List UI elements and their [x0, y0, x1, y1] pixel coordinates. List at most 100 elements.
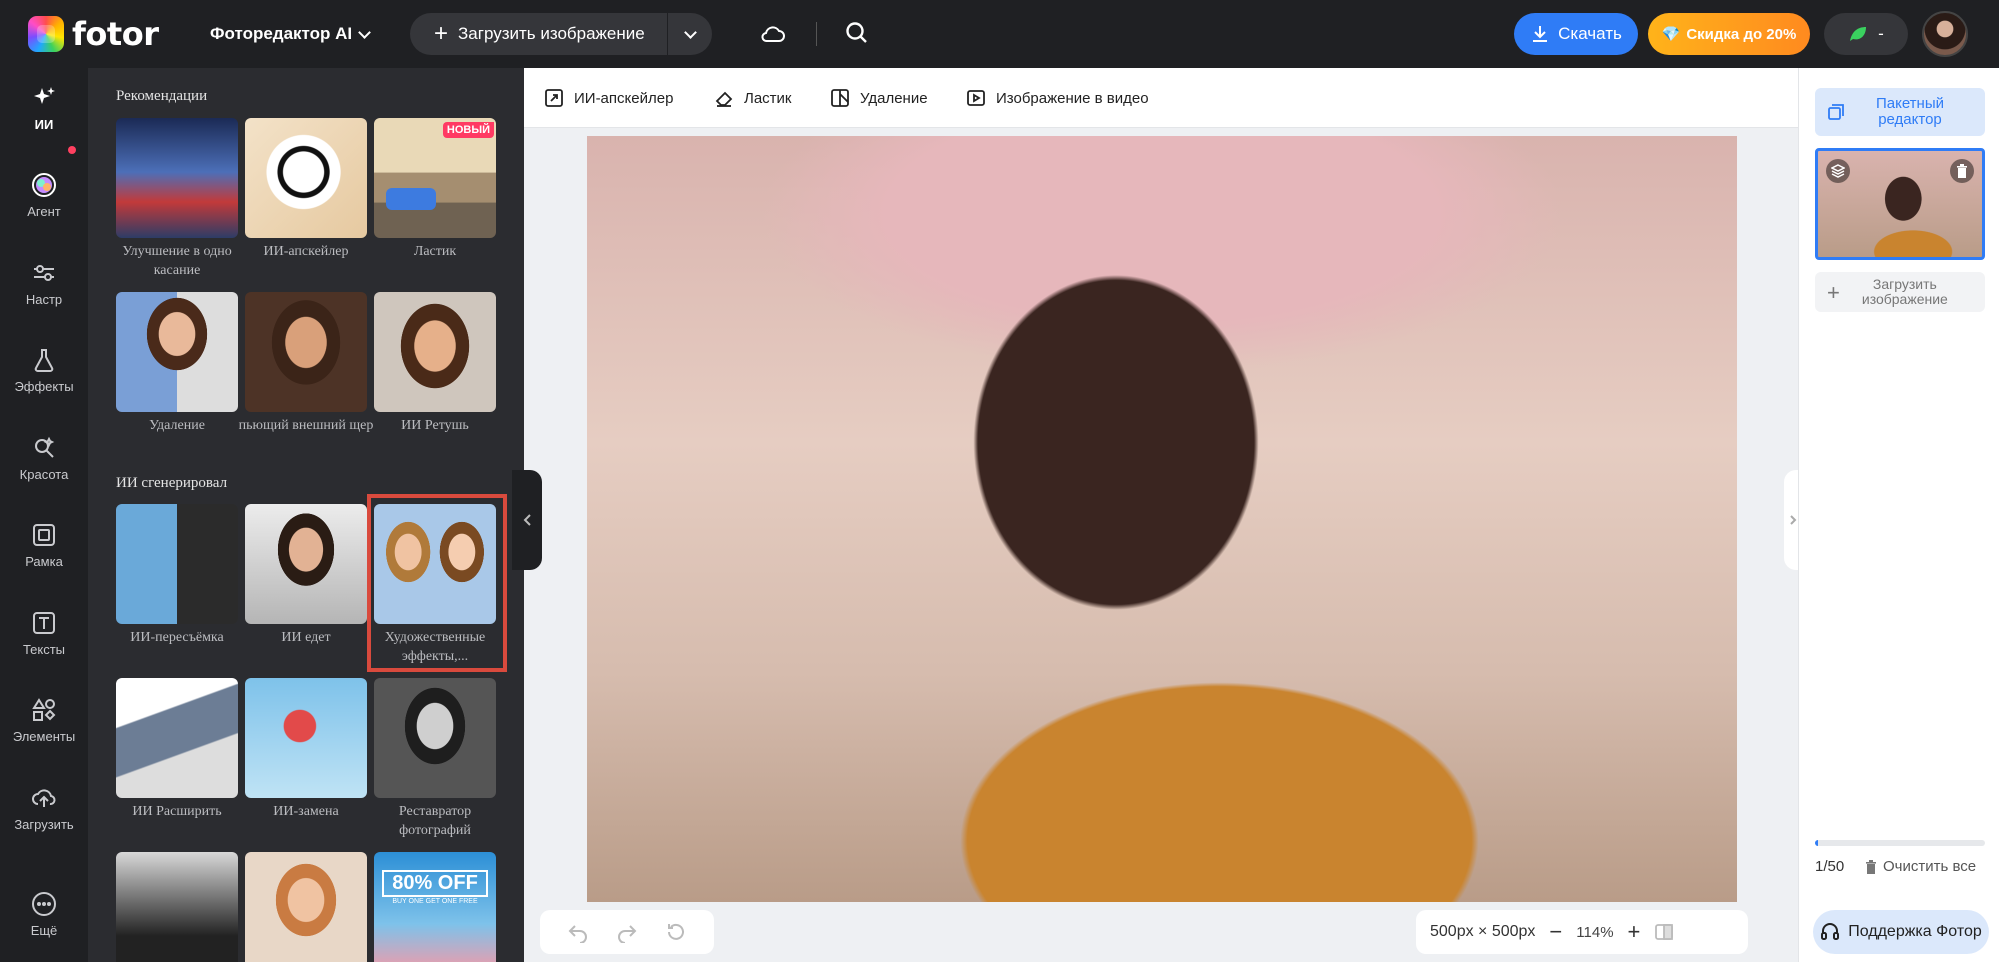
tool-tile-restorer[interactable]: [374, 678, 496, 798]
collapse-panel-button[interactable]: [512, 470, 542, 570]
rail-item-more[interactable]: Ещё: [0, 874, 88, 954]
rail-label: Элементы: [12, 728, 76, 744]
image-thumbnail[interactable]: [1815, 148, 1985, 260]
search-icon[interactable]: [844, 20, 870, 46]
diamond-icon: 💎: [1661, 26, 1681, 43]
batch-editor-button[interactable]: Пакетный редактор: [1815, 88, 1985, 136]
credits-value: -: [1878, 24, 1884, 43]
upload-button[interactable]: + Загрузить изображение: [410, 13, 667, 55]
leaf-icon: [1850, 27, 1867, 41]
tool-tile-remove[interactable]: [116, 292, 238, 412]
selection-highlight: [367, 494, 507, 672]
editor-menu[interactable]: Фоторедактор AI: [210, 20, 372, 48]
subtool-label: Изображение в видео: [996, 89, 1149, 107]
eraser-icon: [715, 91, 733, 107]
rail-item-elements[interactable]: Элементы: [0, 680, 88, 760]
text-icon: [33, 611, 55, 634]
chevron-right-icon: [1790, 515, 1797, 525]
rail-item-beauty[interactable]: Красота: [0, 418, 88, 498]
tool-tile-eraser[interactable]: НОВЫЙ: [374, 118, 496, 238]
car-shape: [386, 188, 436, 210]
batch-icon: [1828, 104, 1844, 120]
clear-all-label: Очистить все: [1883, 858, 1977, 875]
download-icon: [1533, 26, 1548, 42]
tool-tile-couple[interactable]: [116, 852, 238, 962]
right-panel: Пакетный редактор + Загрузить изображени…: [1798, 68, 1999, 962]
image-count: 1/50: [1815, 858, 1845, 875]
rail-item-upload[interactable]: Загрузить: [0, 768, 88, 848]
clear-all-button[interactable]: Очистить все: [1865, 858, 1976, 875]
discount-button[interactable]: 💎 Скидка до 20%: [1648, 13, 1810, 55]
subtool-label: Ластик: [744, 89, 792, 107]
reset-icon[interactable]: [665, 921, 687, 943]
promo-subtext: BUY ONE GET ONE FREE: [392, 898, 478, 905]
agent-orb-icon: [32, 172, 56, 197]
tool-tile-skin[interactable]: [245, 292, 367, 412]
subtool-eraser[interactable]: Ластик: [714, 86, 792, 110]
tool-tile-reshoot[interactable]: [116, 504, 238, 624]
rail-label: Эффекты: [14, 378, 74, 394]
subtool-upscaler[interactable]: ИИ-апскейлер: [544, 86, 673, 110]
section-title-recommend: Рекомендации: [116, 88, 208, 104]
flask-icon: [34, 348, 54, 372]
upload-dropdown-button[interactable]: [668, 13, 712, 55]
redo-icon[interactable]: [616, 921, 638, 943]
fotor-logo[interactable]: fotor: [28, 15, 159, 53]
section-title-generated: ИИ сгенерировал: [116, 475, 228, 491]
remove-bg-icon: [831, 89, 849, 107]
plus-icon: +: [1827, 279, 1840, 305]
rail-label: ИИ: [34, 116, 54, 132]
add-image-label: Загрузить изображение: [1861, 276, 1948, 307]
zoom-in-icon[interactable]: +: [1628, 919, 1641, 945]
progress-fill: [1815, 840, 1819, 846]
tool-label: пьющий внешний щер: [238, 418, 374, 433]
rail-item-text[interactable]: Тексты: [0, 593, 88, 673]
download-button[interactable]: Скачать: [1514, 13, 1638, 55]
logo-icon: [28, 16, 64, 52]
compare-icon[interactable]: [1654, 923, 1674, 941]
avatar[interactable]: [1922, 11, 1968, 57]
plus-icon: +: [434, 20, 449, 47]
trash-icon[interactable]: [1950, 159, 1974, 183]
canvas-size[interactable]: 500px × 500px: [1430, 923, 1535, 941]
support-label: Поддержка Фотор: [1848, 923, 1982, 940]
tool-tile-portrait[interactable]: [245, 852, 367, 962]
canvas-image[interactable]: [587, 136, 1737, 902]
rail-item-frame[interactable]: Рамка: [0, 505, 88, 585]
zoom-controls: 500px × 500px − 114% +: [1416, 910, 1748, 954]
tool-tile-promo[interactable]: 80% OFF BUY ONE GET ONE FREE: [374, 852, 496, 962]
zoom-out-icon[interactable]: −: [1549, 919, 1562, 945]
subtool-remove[interactable]: Удаление: [830, 86, 928, 110]
tool-tile-upscaler[interactable]: [245, 118, 367, 238]
tool-label: ИИ-пересъёмка: [130, 630, 224, 645]
image-count-progress: [1815, 840, 1985, 846]
rail-item-ai[interactable]: ИИ: [0, 68, 88, 148]
layers-icon[interactable]: [1826, 159, 1850, 183]
add-image-button[interactable]: + Загрузить изображение: [1815, 272, 1985, 312]
rail-item-adjust[interactable]: Настр: [0, 243, 88, 323]
tool-tile-retouch[interactable]: [374, 292, 496, 412]
editor-menu-label: Фоторедактор AI: [210, 24, 353, 43]
rail-item-agent[interactable]: Агент: [0, 155, 88, 235]
tool-tile-enhance[interactable]: [116, 118, 238, 238]
credits-button[interactable]: -: [1824, 13, 1908, 55]
new-badge: НОВЫЙ: [442, 122, 494, 138]
tool-tile-expand[interactable]: [116, 678, 238, 798]
tool-tile-replace[interactable]: [245, 678, 367, 798]
rail-item-effects[interactable]: Эффекты: [0, 330, 88, 410]
tool-tile-headshot[interactable]: [245, 504, 367, 624]
subtool-image-to-video[interactable]: Изображение в видео: [966, 86, 1149, 110]
more-icon: [32, 891, 56, 916]
trash-icon: [1866, 859, 1876, 874]
undo-icon[interactable]: [567, 921, 589, 943]
history-controls: [540, 910, 714, 954]
sub-toolbar: ИИ-апскейлер Ластик Удаление Изображение…: [524, 68, 1798, 128]
download-label: Скачать: [1558, 24, 1622, 43]
tool-panel: Рекомендации Улучшение в одно касание ИИ…: [88, 68, 524, 962]
tool-label: ИИ-апскейлер: [263, 244, 349, 259]
support-button[interactable]: Поддержка Фотор: [1813, 910, 1989, 954]
cloud-icon[interactable]: [760, 22, 786, 46]
tool-label: Реставратор фотографий: [398, 804, 472, 838]
zoom-value[interactable]: 114%: [1576, 924, 1613, 941]
cloud-upload-icon: [32, 788, 56, 807]
